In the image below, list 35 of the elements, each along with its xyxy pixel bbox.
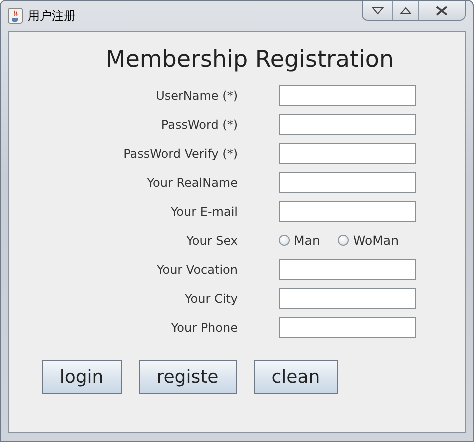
field-label: PassWord (*) bbox=[160, 118, 238, 132]
field-label: Your RealName bbox=[146, 176, 238, 190]
action-button[interactable]: login bbox=[42, 360, 122, 394]
input-field[interactable] bbox=[279, 201, 416, 222]
window-title: 用户注册 bbox=[28, 8, 76, 24]
field-label: UserName (*) bbox=[155, 88, 238, 102]
java-cup-icon bbox=[8, 8, 23, 24]
input-field[interactable] bbox=[279, 143, 416, 164]
input-field[interactable] bbox=[279, 317, 416, 338]
input-field[interactable] bbox=[279, 259, 416, 280]
close-button[interactable] bbox=[419, 1, 465, 20]
field-label: Your City bbox=[184, 292, 238, 306]
form-heading: Membership Registration bbox=[106, 47, 394, 73]
input-field[interactable] bbox=[279, 114, 416, 135]
action-button[interactable]: clean bbox=[254, 360, 338, 394]
close-icon bbox=[436, 6, 448, 16]
down-triangle-icon bbox=[372, 6, 384, 14]
field-label: Your Vocation bbox=[156, 262, 238, 276]
radio-label: Man bbox=[294, 233, 320, 248]
field-label: Your E-mail bbox=[170, 204, 238, 218]
field-label: PassWord Verify (*) bbox=[122, 146, 238, 160]
input-field[interactable] bbox=[279, 288, 416, 309]
radio-icon[interactable] bbox=[338, 235, 350, 246]
field-label: Your Sex bbox=[186, 234, 238, 248]
action-button[interactable]: registe bbox=[138, 360, 237, 394]
radio-option[interactable]: WoMan bbox=[338, 233, 400, 248]
input-field[interactable] bbox=[279, 85, 416, 106]
radio-option[interactable]: Man bbox=[279, 233, 320, 248]
minimize-button[interactable] bbox=[363, 1, 393, 20]
maximize-button[interactable] bbox=[393, 1, 419, 20]
field-label: Your Phone bbox=[170, 320, 238, 334]
input-field[interactable] bbox=[279, 172, 416, 193]
radio-label: WoMan bbox=[353, 233, 400, 248]
radio-icon[interactable] bbox=[279, 235, 290, 246]
up-triangle-icon bbox=[400, 6, 412, 14]
